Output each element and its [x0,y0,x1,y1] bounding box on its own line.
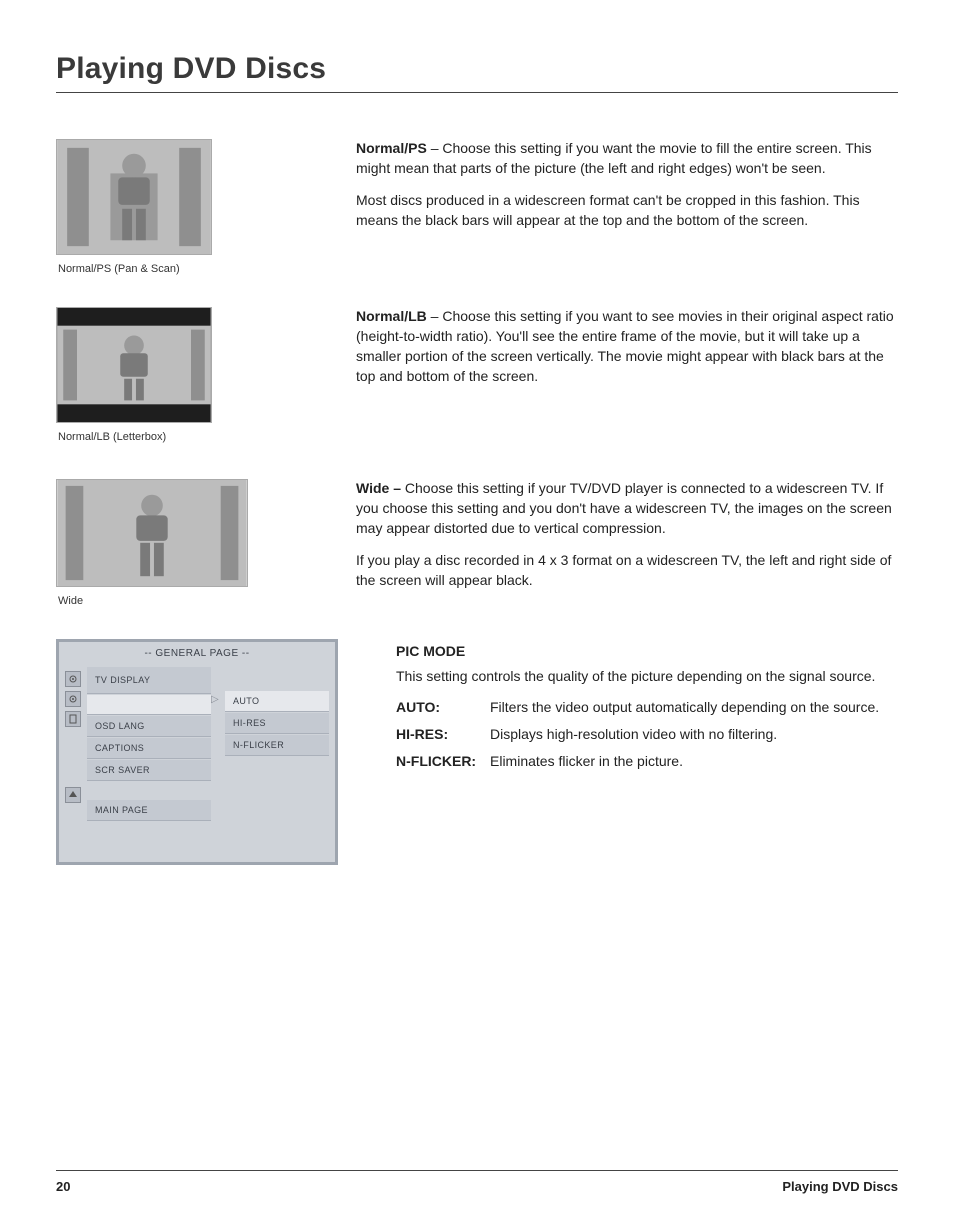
picmode-label-hires: HI-RES: [396,724,490,745]
play-arrow-icon: ▷ [211,694,219,705]
menu-option-nflicker[interactable]: N-FLICKER [225,735,329,756]
section-normal-ps: Normal/PS (Pan & Scan) Normal/PS – Choos… [56,139,898,275]
osd-menu: -- GENERAL PAGE -- TV DISPLAY OSD LANG C… [56,639,338,865]
para-normal-lb-1: Normal/LB – Choose this setting if you w… [356,307,898,387]
picmode-heading: PIC MODE [396,641,898,662]
heading-normal-ps: Normal/PS [356,140,427,156]
heading-wide: Wide – [356,480,401,496]
osd-menu-header: -- GENERAL PAGE -- [59,642,335,667]
picmode-text: PIC MODE This setting controls the quali… [356,639,898,778]
body-normal-ps-1: – Choose this setting if you want the mo… [356,140,872,176]
picmode-val-nflicker: Eliminates flicker in the picture. [490,751,898,772]
menu-option-auto-label: AUTO [233,696,259,706]
menu-item-selected-blank[interactable] [87,695,211,715]
thumb-col-normal-lb: Normal/LB (Letterbox) [56,307,356,443]
document-icon [65,711,81,727]
menu-option-hires[interactable]: HI-RES [225,713,329,734]
osd-menu-icons [59,667,87,862]
heading-normal-lb: Normal/LB [356,308,427,324]
text-normal-ps: Normal/PS – Choose this setting if you w… [356,139,898,243]
picmode-label-nflicker: N-FLICKER: [396,751,490,772]
para-wide-1: Wide – Choose this setting if your TV/DV… [356,479,898,539]
picmode-label-auto: AUTO: [396,697,490,718]
menu-col: -- GENERAL PAGE -- TV DISPLAY OSD LANG C… [56,639,356,865]
caption-normal-lb: Normal/LB (Letterbox) [58,431,356,443]
illustration-wide [57,480,247,586]
text-wide: Wide – Choose this setting if your TV/DV… [356,479,898,602]
para-normal-ps-2: Most discs produced in a widescreen form… [356,191,898,231]
picmode-def-hires: HI-RES: Displays high-resolution video w… [396,724,898,745]
thumbnail-normal-lb [56,307,212,423]
body-normal-lb-1: – Choose this setting if you want to see… [356,308,894,384]
menu-item-tv-display[interactable]: TV DISPLAY [87,667,211,694]
osd-menu-right: ▷AUTO HI-RES N-FLICKER [217,667,335,862]
footer-rule [56,1170,898,1171]
body-wide-1: Choose this setting if your TV/DVD playe… [356,480,892,536]
osd-menu-body: TV DISPLAY OSD LANG CAPTIONS SCR SAVER M… [59,667,335,862]
page-footer: 20 Playing DVD Discs [56,1170,898,1194]
menu-item-main-page[interactable]: MAIN PAGE [87,800,211,821]
section-picmode: -- GENERAL PAGE -- TV DISPLAY OSD LANG C… [56,639,898,865]
caption-wide: Wide [58,595,356,607]
caption-normal-ps: Normal/PS (Pan & Scan) [58,263,356,275]
menu-item-captions[interactable]: CAPTIONS [87,738,211,759]
footer-row: 20 Playing DVD Discs [56,1179,898,1194]
para-normal-ps-1: Normal/PS – Choose this setting if you w… [356,139,898,179]
footer-title: Playing DVD Discs [782,1179,898,1194]
illustration-normal-ps [57,140,211,254]
picmode-intro: This setting controls the quality of the… [396,666,898,687]
up-arrow-icon [65,787,81,803]
picmode-val-auto: Filters the video output automatically d… [490,697,898,718]
menu-item-scr-saver[interactable]: SCR SAVER [87,760,211,781]
section-wide: Wide Wide – Choose this setting if your … [56,479,898,607]
thumb-col-wide: Wide [56,479,356,607]
text-normal-lb: Normal/LB – Choose this setting if you w… [356,307,898,399]
page-number: 20 [56,1179,70,1194]
picmode-val-hires: Displays high-resolution video with no f… [490,724,898,745]
thumbnail-wide [56,479,248,587]
page-title: Playing DVD Discs [56,52,898,86]
picmode-def-nflicker: N-FLICKER: Eliminates flicker in the pic… [396,751,898,772]
osd-menu-left: TV DISPLAY OSD LANG CAPTIONS SCR SAVER M… [87,667,217,862]
picmode-def-auto: AUTO: Filters the video output automatic… [396,697,898,718]
para-wide-2: If you play a disc recorded in 4 x 3 for… [356,551,898,591]
title-underline [56,92,898,93]
section-normal-lb: Normal/LB (Letterbox) Normal/LB – Choose… [56,307,898,443]
gear-icon [65,671,81,687]
thumbnail-normal-ps [56,139,212,255]
menu-option-auto[interactable]: ▷AUTO [225,691,329,712]
illustration-normal-lb [57,308,211,422]
menu-item-osd-lang[interactable]: OSD LANG [87,716,211,737]
thumb-col-normal-ps: Normal/PS (Pan & Scan) [56,139,356,275]
gear-icon [65,691,81,707]
